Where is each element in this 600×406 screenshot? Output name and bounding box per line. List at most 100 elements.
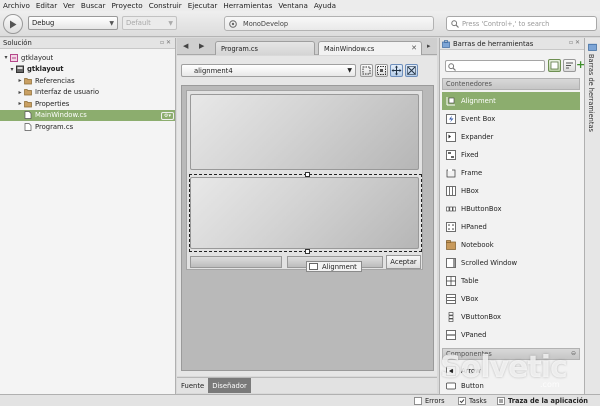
menu-ejecutar[interactable]: Ejecutar (188, 1, 218, 10)
document-tab-bar: ◀ ▶ Program.cs MainWindow.cs ✕ ▸ (177, 38, 437, 55)
tasks-pad-button[interactable]: Tasks (458, 396, 487, 406)
menu-buscar[interactable]: Buscar (81, 1, 106, 10)
configuration-select[interactable]: Debug ▼ (28, 16, 118, 30)
tree-label: gtklayout (21, 53, 54, 62)
toolbox-item-hbox[interactable]: HBox (442, 182, 580, 200)
toolbox-item-label: Table (461, 277, 479, 285)
menu-ayuda[interactable]: Ayuda (314, 1, 336, 10)
item-options-button[interactable]: ⚙▾ (161, 111, 174, 120)
eventbox-icon (446, 114, 456, 124)
design-canvas[interactable]: Aceptar Alignment (181, 85, 434, 371)
toolbox-icon (442, 39, 450, 48)
toolbox-item-alignment[interactable]: Alignment (442, 92, 580, 110)
tree-item-properties[interactable]: ▸ Properties (0, 98, 175, 110)
alignment-icon (446, 97, 455, 106)
pad-controls[interactable]: ▫ ✕ (160, 39, 171, 46)
category-contenedores[interactable]: Contenedores (442, 78, 580, 90)
toolbox-item-notebook[interactable]: Notebook (442, 236, 580, 254)
accept-button[interactable]: Aceptar (386, 255, 421, 269)
tab-fuente[interactable]: Fuente (177, 378, 208, 393)
select-parent-button[interactable] (375, 64, 388, 77)
menu-herramientas[interactable]: Herramientas (223, 1, 272, 10)
toolbox-item-expander[interactable]: Expander (442, 128, 580, 146)
search-input[interactable]: Press 'Control+,' to search (446, 16, 597, 31)
expander-open-icon[interactable]: ▾ (8, 66, 16, 73)
toolbox-item-table[interactable]: Table (442, 272, 580, 290)
tree-item-referencias[interactable]: ▸ Referencias (0, 75, 175, 87)
search-placeholder: Press 'Control+,' to search (462, 19, 550, 28)
tree-item-project[interactable]: ▾ gtklayout (0, 64, 175, 76)
tab-list-icon[interactable]: ▸ (427, 42, 431, 50)
menu-ver[interactable]: Ver (63, 1, 75, 10)
placeholder-slot[interactable] (190, 256, 282, 268)
menu-bar: Archivo Editar Ver Buscar Proyecto Const… (0, 0, 600, 11)
tree-label: gtklayout (27, 65, 64, 74)
tab-mainwindow-cs[interactable]: MainWindow.cs ✕ (318, 41, 422, 55)
toolbox-item-label: VPaned (461, 331, 487, 339)
watermark-domain: .com (540, 380, 560, 389)
toolbox-item-vpaned[interactable]: VPaned (442, 326, 580, 344)
toolbox-item-vbuttonbox[interactable]: VButtonBox (442, 308, 580, 326)
resize-handle[interactable] (305, 172, 310, 177)
menu-proyecto[interactable]: Proyecto (111, 1, 142, 10)
tab-program-cs[interactable]: Program.cs (215, 41, 315, 55)
run-button[interactable] (3, 14, 23, 34)
errors-pad-button[interactable]: Errors (414, 396, 445, 406)
widget-select[interactable]: alignment4 ▼ (181, 64, 356, 77)
toolbox-item-frame[interactable]: Frame (442, 164, 580, 182)
error-icon (414, 397, 422, 405)
file-icon (24, 122, 32, 131)
toolbox-item-hpaned[interactable]: HPaned (442, 218, 580, 236)
expander-open-icon[interactable]: ▾ (2, 54, 10, 61)
window-preview[interactable]: Aceptar Alignment (186, 90, 423, 272)
trace-pad-button[interactable]: Traza de la aplicación (497, 396, 588, 406)
dock-tab-toolbox[interactable]: Barras de herramientas (587, 54, 595, 132)
sort-button[interactable] (563, 59, 576, 72)
menu-editar[interactable]: Editar (36, 1, 57, 10)
vbox-icon (446, 294, 456, 304)
toolbox-item-eventbox[interactable]: Event Box (442, 110, 580, 128)
parent-frame-icon (377, 66, 386, 75)
select-widget-button[interactable] (360, 64, 373, 77)
hpaned-icon (446, 222, 456, 232)
selection-outline (189, 172, 422, 254)
close-icon[interactable]: ✕ (411, 44, 417, 52)
tree-item-interfaz[interactable]: ▸ Interfaz de usuario (0, 87, 175, 99)
project-icon (16, 65, 24, 74)
expand-widget-button[interactable] (405, 64, 418, 77)
toolbox-search-input[interactable] (445, 60, 545, 72)
tab-scroll-right-icon[interactable]: ▶ (199, 42, 204, 50)
toolbox-item-scrolledwindow[interactable]: Scrolled Window (442, 254, 580, 272)
resize-handle[interactable] (305, 249, 310, 254)
tree-item-program[interactable]: Program.cs (0, 121, 175, 133)
menu-ventana[interactable]: Ventana (278, 1, 308, 10)
toolbox-item-vbox[interactable]: VBox (442, 290, 580, 308)
toolbox-item-hbuttonbox[interactable]: HButtonBox (442, 200, 580, 218)
tree-item-mainwindow[interactable]: MainWindow.cs ⚙▾ (0, 109, 175, 121)
collapse-icon[interactable]: ⊖ (571, 350, 576, 357)
expander-closed-icon[interactable]: ▸ (16, 89, 24, 96)
play-icon (10, 20, 17, 28)
search-icon (448, 62, 456, 71)
tooltip-label: Alignment (322, 262, 357, 271)
toolbox-item-fixed[interactable]: Fixed (442, 146, 580, 164)
toolbox-item-label: Frame (461, 169, 483, 177)
status-area: MonoDevelop (224, 16, 434, 31)
pad-controls[interactable]: ▫ ✕ (569, 39, 580, 46)
toggle-view-button[interactable] (548, 59, 561, 72)
toolbox-title: Barras de herramientas (453, 39, 534, 48)
expander-closed-icon[interactable]: ▸ (16, 77, 24, 84)
tree-label: Interfaz de usuario (35, 88, 100, 97)
status-bar: Errors Tasks Traza de la aplicación (0, 394, 600, 406)
expander-closed-icon[interactable]: ▸ (16, 100, 24, 107)
platform-select[interactable]: Default ▼ (122, 16, 177, 30)
scrolledwindow-icon (446, 258, 456, 268)
menu-archivo[interactable]: Archivo (3, 1, 30, 10)
move-widget-button[interactable] (390, 64, 403, 77)
tab-scroll-left-icon[interactable]: ◀ (183, 42, 188, 50)
toolbox-item-label: Fixed (461, 151, 479, 159)
menu-construir[interactable]: Construir (149, 1, 182, 10)
tab-disenador[interactable]: Diseñador (208, 378, 251, 393)
tree-item-solution[interactable]: ▾ gtklayout (0, 52, 175, 64)
top-container-panel[interactable] (190, 94, 419, 170)
